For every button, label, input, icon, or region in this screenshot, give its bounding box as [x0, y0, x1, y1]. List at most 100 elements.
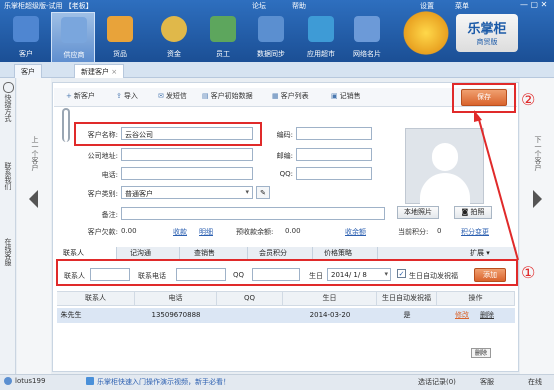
postcode-label: 邮编: — [276, 152, 293, 160]
cell-birthday: 2014-03-20 — [309, 311, 351, 319]
money-icon — [161, 16, 187, 42]
select-value: 普通客户 — [125, 190, 153, 198]
nav-store[interactable]: 应用超市 — [299, 12, 343, 62]
nav-label: 货品 — [113, 50, 127, 58]
address-label: 公司地址: — [87, 152, 118, 160]
status-bar — [0, 374, 554, 390]
close-icon[interactable]: × — [111, 68, 117, 76]
customer-type-label: 客户类别: — [87, 190, 118, 198]
remark-input[interactable] — [121, 207, 385, 220]
prepaid-value: 0.00 — [285, 227, 301, 235]
import-button[interactable]: ⇪ 导入 — [116, 91, 138, 101]
local-photo-button[interactable]: 本地照片 — [397, 206, 439, 219]
nav-label: 应用超市 — [307, 50, 335, 58]
help-link[interactable]: 帮助 — [292, 1, 306, 11]
delete-contact-link[interactable]: 删除 — [479, 309, 495, 322]
arrow-left-icon — [29, 190, 38, 208]
send-sms-button[interactable]: ✉ 发短信 — [158, 91, 187, 101]
code-label: 编码: — [276, 131, 293, 139]
tutorial-link[interactable]: 乐掌柜快速入门操作演示视频，新手必看！ — [97, 377, 230, 387]
address-input[interactable] — [121, 148, 253, 161]
online-status: 在线 — [528, 378, 542, 386]
nav-goods[interactable]: 货品 — [98, 12, 142, 62]
sync-icon — [258, 16, 284, 42]
detail-link[interactable]: 明细 — [199, 227, 213, 237]
customer-type-select[interactable]: 普通客户 ▾ — [121, 186, 253, 199]
nav-money[interactable]: 资金 — [152, 12, 196, 62]
customer-icon — [13, 16, 39, 42]
phone-label: 电话: — [101, 171, 118, 179]
nav-label: 网络名片 — [353, 50, 381, 58]
arrow-right-icon — [533, 190, 542, 208]
receive-balance-link[interactable]: 收余额 — [345, 227, 366, 237]
postcode-input[interactable] — [296, 148, 372, 161]
video-icon — [86, 377, 94, 385]
customer-list-button[interactable]: ▦ 客户列表 — [272, 91, 309, 101]
menu-link[interactable]: 菜单 — [455, 1, 469, 11]
nav-staff[interactable]: 员工 — [201, 12, 245, 62]
forum-link[interactable]: 论坛 — [252, 1, 266, 11]
goods-icon — [107, 16, 133, 42]
code-input[interactable] — [296, 127, 372, 140]
points-value: 0 — [437, 227, 442, 235]
left-sidebar: 快捷方式 联系我们 在线客服 — [0, 78, 16, 374]
phone-input[interactable] — [121, 167, 253, 180]
window-controls[interactable]: — ▢ ✕ — [520, 0, 554, 10]
online-service-link[interactable]: 在线客服 — [3, 238, 13, 266]
column-header: 联系人 — [57, 292, 135, 305]
tab-label: 新建客户 — [81, 68, 109, 76]
nav-label: 数据同步 — [257, 50, 285, 58]
tab-new-customer[interactable]: 新建客户 × — [74, 64, 125, 78]
chevron-down-icon: ▾ — [245, 188, 249, 196]
button-label: 记销售 — [339, 92, 361, 100]
nav-customer[interactable]: 客户 — [4, 12, 48, 62]
column-header: 电话 — [135, 292, 217, 305]
column-header: 操作 — [437, 292, 515, 305]
prev-customer-nav[interactable]: 上一个客户 — [17, 78, 51, 374]
receive-link[interactable]: 收款 — [173, 227, 187, 237]
annotation-two: ② — [521, 90, 536, 109]
button-label: 本地照片 — [404, 208, 432, 216]
cell-auto-wish: 是 — [403, 311, 411, 319]
prev-customer-label: 上一个客户 — [31, 136, 39, 171]
highlight-contact-form — [56, 259, 518, 286]
column-header: QQ — [217, 292, 283, 305]
edit-contact-link[interactable]: 修改 — [454, 309, 470, 322]
customer-service-link[interactable]: 客服 — [480, 377, 494, 387]
app-title: 乐掌柜超级版-试用 【老板】 — [4, 2, 93, 10]
contact-us-link[interactable]: 联系我们 — [3, 162, 13, 190]
paperclip-icon — [62, 108, 70, 142]
button-label: 客户列表 — [280, 92, 309, 100]
supplier-icon — [61, 17, 87, 43]
edit-type-button[interactable]: ✎ — [256, 186, 270, 199]
qq-input[interactable] — [296, 167, 372, 180]
sunflower-decoration — [400, 8, 452, 58]
cell-name: 朱先生 — [60, 311, 82, 319]
call-records-link[interactable]: 选话记录(0) — [418, 377, 456, 387]
column-header: 生日自动发祝福 — [377, 292, 437, 305]
new-customer-button[interactable]: + 新客户 — [66, 91, 95, 101]
tab-customer[interactable]: 客户 — [14, 64, 42, 78]
store-icon — [308, 16, 334, 42]
initial-data-button[interactable]: ▤ 客户初始数据 — [202, 91, 253, 101]
nav-sync[interactable]: 数据同步 — [249, 12, 293, 62]
staff-icon — [210, 16, 236, 42]
nav-supplier[interactable]: 供应商 — [51, 12, 95, 62]
delete-tooltip: 删除 — [471, 348, 491, 358]
avatar-head-icon — [432, 143, 458, 171]
remark-label: 备注: — [101, 211, 118, 219]
brand-logo: 乐掌柜 商贸版 — [456, 14, 518, 52]
pencil-icon: ✎ — [260, 189, 266, 197]
nav-label: 客户 — [19, 50, 33, 58]
annotation-arrow — [474, 110, 519, 261]
highlight-customer-name — [74, 122, 262, 146]
button-label: 新客户 — [73, 92, 95, 100]
cell-phone: 13509670888 — [151, 311, 201, 319]
balance-value: 0.00 — [121, 227, 137, 235]
shortcut-link[interactable]: 快捷方式 — [3, 94, 13, 122]
column-header: 生日 — [283, 292, 377, 305]
points-label: 当前积分: — [398, 228, 429, 236]
nav-card[interactable]: 网络名片 — [345, 12, 389, 62]
record-sales-button[interactable]: ▣ 记销售 — [331, 91, 361, 101]
balance-label: 客户欠款: — [87, 228, 118, 236]
